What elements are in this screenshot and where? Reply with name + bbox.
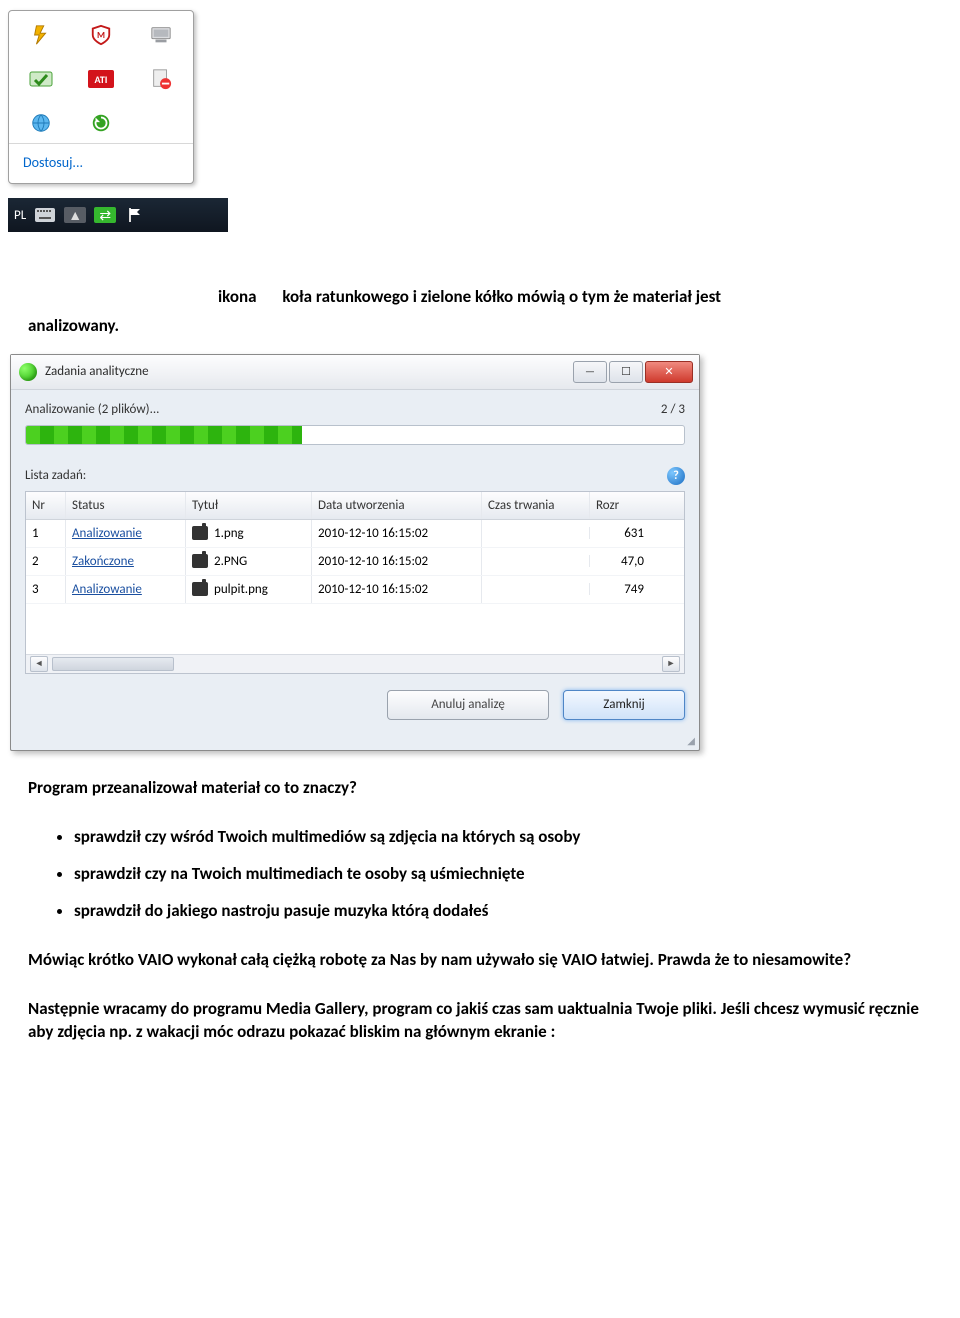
grid-empty-area: [26, 604, 684, 654]
cell-title: 2.PNG: [214, 554, 247, 569]
taskbar-strip: PL ▲ ⇄: [8, 198, 228, 232]
window-title: Zadania analityczne: [45, 364, 573, 379]
close-button[interactable]: Zamknij: [563, 690, 685, 720]
cell-title: pulpit.png: [214, 582, 268, 597]
cell-size: 749: [590, 576, 650, 603]
cell-status[interactable]: Analizowanie: [72, 582, 142, 597]
list-item: sprawdził czy wśród Twoich multimediów s…: [74, 826, 932, 849]
scroll-left-button[interactable]: ◄: [30, 656, 48, 672]
scroll-right-button[interactable]: ►: [662, 656, 680, 672]
cell-created: 2010-12-10 16:15:02: [312, 548, 482, 575]
table-row[interactable]: 2 Zakończone 2.PNG 2010-12-10 16:15:02 4…: [26, 548, 684, 576]
grid-header: Nr Status Tytuł Data utworzenia Czas trw…: [26, 492, 684, 520]
task-list-label: Lista zadań:: [25, 468, 86, 483]
list-item: sprawdził czy na Twoich multimediach te …: [74, 863, 932, 886]
device-icon[interactable]: [147, 21, 175, 49]
app-icon: [19, 363, 37, 381]
cell-size: 631: [590, 520, 650, 547]
check-icon[interactable]: [27, 65, 55, 93]
cell-nr: 1: [26, 520, 66, 547]
cell-created: 2010-12-10 16:15:02: [312, 520, 482, 547]
analytic-tasks-dialog: Zadania analityczne — ☐ ✕ Analizowanie (…: [10, 354, 700, 751]
caption-ikona: ikona: [28, 286, 257, 307]
col-created[interactable]: Data utworzenia: [312, 492, 482, 519]
refresh-green-icon[interactable]: [87, 109, 115, 137]
cell-duration: [482, 555, 590, 567]
question-heading: Program przeanalizował materiał co to zn…: [28, 777, 932, 800]
cancel-analysis-button[interactable]: Anuluj analizę: [387, 690, 549, 720]
close-window-button[interactable]: ✕: [645, 361, 693, 383]
camera-icon: [192, 526, 208, 540]
col-duration[interactable]: Czas trwania: [482, 492, 590, 519]
keyboard-icon[interactable]: [34, 204, 56, 226]
cell-duration: [482, 583, 590, 595]
customize-link[interactable]: Dostosuj...: [9, 144, 193, 183]
tray-green-icon[interactable]: ⇄: [94, 204, 116, 226]
resize-grip-icon[interactable]: ◢: [11, 734, 699, 750]
progress-fill: [26, 426, 302, 444]
scroll-thumb[interactable]: [52, 657, 174, 671]
camera-icon: [192, 582, 208, 596]
progress-label: Analizowanie (2 plików)...: [25, 402, 159, 417]
task-grid: Nr Status Tytuł Data utworzenia Czas trw…: [25, 491, 685, 674]
cell-duration: [482, 527, 590, 539]
caption-rest: koła ratunkowego i zielone kółko mówią o…: [260, 286, 721, 307]
cell-status[interactable]: Analizowanie: [72, 526, 142, 541]
cell-size: 47,0: [590, 548, 650, 575]
col-nr[interactable]: Nr: [26, 492, 66, 519]
minimize-button[interactable]: —: [573, 361, 607, 383]
cell-created: 2010-12-10 16:15:02: [312, 576, 482, 603]
table-row[interactable]: 3 Analizowanie pulpit.png 2010-12-10 16:…: [26, 576, 684, 604]
shield-m-icon[interactable]: M: [87, 21, 115, 49]
col-size[interactable]: Rozr: [590, 492, 650, 519]
language-indicator[interactable]: PL: [14, 208, 26, 223]
horizontal-scrollbar[interactable]: ◄ ►: [26, 654, 684, 673]
ati-icon[interactable]: ATI: [87, 65, 115, 93]
blocked-icon[interactable]: [147, 65, 175, 93]
list-item: sprawdził do jakiego nastroju pasuje muz…: [74, 900, 932, 923]
cell-status[interactable]: Zakończone: [72, 554, 134, 569]
svg-text:M: M: [97, 30, 105, 41]
caption-line-1: ikona koła ratunkowego i zielone kółko m…: [28, 286, 932, 309]
system-tray-popup: M ATI: [8, 10, 194, 184]
cell-nr: 3: [26, 576, 66, 603]
titlebar: Zadania analityczne — ☐ ✕: [11, 355, 699, 390]
paragraph: Mówiąc krótko VAIO wykonał całą ciężką r…: [28, 949, 932, 972]
col-status[interactable]: Status: [66, 492, 186, 519]
progress-count: 2 / 3: [661, 402, 685, 417]
camera-icon: [192, 554, 208, 568]
globe-icon[interactable]: [27, 109, 55, 137]
table-row[interactable]: 1 Analizowanie 1.png 2010-12-10 16:15:02…: [26, 520, 684, 548]
maximize-button[interactable]: ☐: [609, 361, 643, 383]
cell-nr: 2: [26, 548, 66, 575]
col-title[interactable]: Tytuł: [186, 492, 312, 519]
cell-title: 1.png: [214, 526, 244, 541]
paragraph: Następnie wracamy do programu Media Gall…: [28, 998, 932, 1044]
tray-flag-icon[interactable]: [124, 204, 146, 226]
progress-bar: [25, 425, 685, 445]
tray-expand-icon[interactable]: ▲: [64, 204, 86, 226]
caption-line-2: analizowany.: [28, 315, 932, 338]
help-icon[interactable]: ?: [667, 467, 685, 485]
lightning-icon[interactable]: [27, 21, 55, 49]
